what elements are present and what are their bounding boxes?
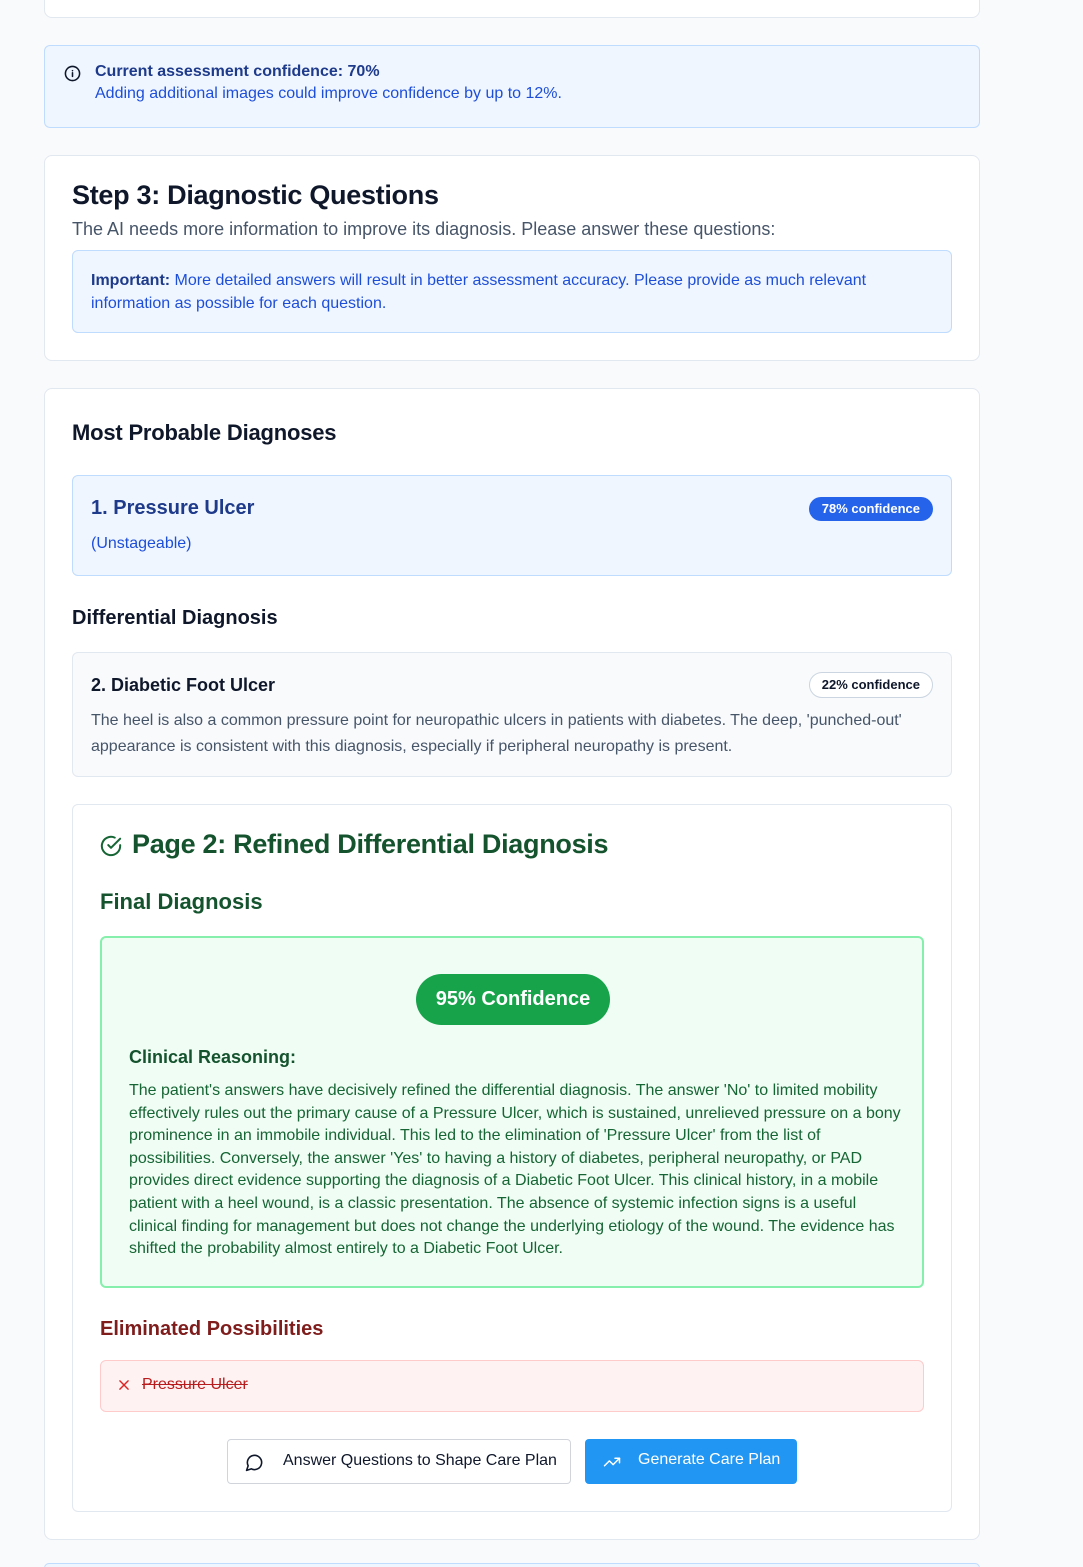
eliminated-label: Pressure Ulcer	[142, 1376, 248, 1393]
check-circle-icon	[100, 835, 122, 862]
generate-care-plan-button[interactable]: Generate Care Plan	[585, 1439, 797, 1484]
previous-card	[44, 0, 980, 18]
clinical-reasoning-text: The patient's answers have decisively re…	[129, 1082, 901, 1258]
info-icon	[64, 65, 81, 87]
diagnoses-card: Most Probable Diagnoses 1. Pressure Ulce…	[44, 388, 980, 1540]
clinical-reasoning-label: Clinical Reasoning:	[129, 1047, 297, 1067]
differential-name: 2. Diabetic Foot Ulcer	[91, 675, 276, 695]
final-confidence-badge: 95% Confidence	[416, 974, 610, 1025]
differential-item: 2. Diabetic Foot Ulcer 22% confidence Th…	[72, 652, 952, 777]
refined-diagnosis-panel: Page 2: Refined Differential Diagnosis F…	[72, 804, 952, 1512]
confidence-badge: 22% confidence	[808, 672, 933, 698]
confidence-badge: 78% confidence	[808, 497, 933, 521]
eliminated-item: Pressure Ulcer	[100, 1360, 924, 1412]
banner-subtitle: Adding additional images could improve c…	[95, 85, 562, 102]
next-banner	[44, 1563, 980, 1567]
important-text: More detailed answers will result in bet…	[91, 272, 867, 312]
differential-heading: Differential Diagnosis	[72, 607, 278, 629]
trending-up-icon	[603, 1453, 621, 1476]
refined-title: Page 2: Refined Differential Diagnosis	[132, 829, 609, 859]
primary-diagnosis-name: 1. Pressure Ulcer	[91, 497, 255, 519]
important-note: Important: More detailed answers will re…	[72, 250, 952, 333]
generate-care-plan-label: Generate Care Plan	[638, 1451, 781, 1468]
answer-questions-button[interactable]: Answer Questions to Shape Care Plan	[227, 1439, 571, 1484]
final-diagnosis-heading: Final Diagnosis	[100, 889, 263, 914]
message-circle-icon	[245, 1453, 264, 1477]
differential-description: The heel is also a common pressure point…	[91, 712, 902, 755]
important-label: Important:	[91, 272, 171, 289]
step-card: Step 3: Diagnostic Questions The AI need…	[44, 155, 980, 361]
primary-diagnosis-detail: (Unstageable)	[91, 535, 192, 552]
step-title: Step 3: Diagnostic Questions	[72, 180, 439, 210]
answer-questions-label: Answer Questions to Shape Care Plan	[283, 1452, 557, 1469]
close-icon	[117, 1378, 131, 1397]
final-diagnosis-box: 95% Confidence Clinical Reasoning: The p…	[100, 936, 924, 1288]
diagnoses-heading: Most Probable Diagnoses	[72, 420, 337, 445]
banner-title: Current assessment confidence: 70%	[95, 63, 380, 80]
eliminated-heading: Eliminated Possibilities	[100, 1318, 324, 1340]
step-subtitle: The AI needs more information to improve…	[72, 219, 776, 239]
confidence-banner: Current assessment confidence: 70% Addin…	[44, 45, 980, 128]
primary-diagnosis: 1. Pressure Ulcer (Unstageable) 78% conf…	[72, 475, 952, 576]
